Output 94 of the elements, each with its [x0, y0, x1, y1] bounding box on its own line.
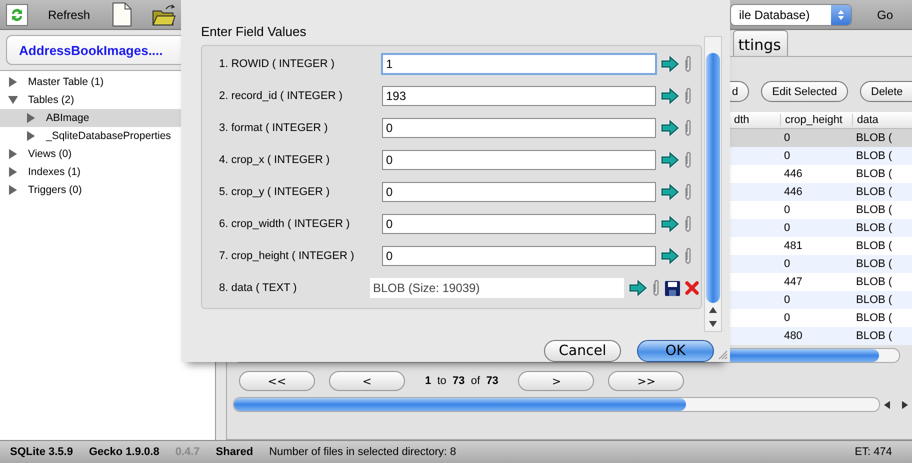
new-file-icon[interactable]	[112, 2, 132, 27]
paperclip-icon[interactable]	[684, 119, 692, 137]
action-button[interactable]: Delete	[860, 81, 912, 102]
field-label: 7. crop_height ( INTEGER )	[219, 250, 356, 262]
table-cell: BLOB (	[856, 132, 892, 144]
table-cell: 0	[784, 294, 790, 306]
table-cell: BLOB (	[856, 330, 892, 342]
refresh-button[interactable]: Refresh	[6, 4, 90, 26]
table-cell: 446	[784, 168, 802, 180]
tree-item[interactable]: Master Table (1)	[0, 73, 215, 91]
first-page-button[interactable]: <<	[239, 371, 315, 391]
paperclip-icon[interactable]	[684, 151, 692, 169]
table-cell: 480	[784, 330, 802, 342]
tree-item[interactable]: _SqliteDatabaseProperties	[0, 127, 215, 145]
table-cell: BLOB (	[856, 312, 892, 324]
status-text: ET: 474	[854, 446, 892, 458]
paperclip-icon[interactable]	[684, 247, 692, 265]
scrollbar[interactable]	[233, 397, 880, 412]
table-cell: 481	[784, 240, 802, 252]
field-label: 8. data ( TEXT )	[219, 282, 298, 294]
updown-icon	[837, 8, 845, 20]
paperclip-icon[interactable]	[652, 279, 660, 297]
arrow-right-icon[interactable]	[661, 152, 679, 168]
table-cell: BLOB (	[856, 186, 892, 198]
tree-item[interactable]: Tables (2)	[0, 91, 215, 109]
open-folder-icon[interactable]	[152, 2, 176, 26]
table-cell: BLOB (	[856, 222, 892, 234]
status-text: SQLite 3.5.9	[10, 446, 73, 458]
field-label: 5. crop_y ( INTEGER )	[219, 186, 331, 198]
arrow-right-icon[interactable]	[661, 216, 679, 232]
field-label: 3. format ( INTEGER )	[219, 122, 329, 134]
input-field[interactable]: 0	[382, 246, 656, 266]
table-cell: BLOB (	[856, 276, 892, 288]
arrow-right-icon[interactable]	[661, 120, 679, 136]
table-cell: 0	[784, 258, 790, 270]
table-cell: BLOB (	[856, 258, 892, 270]
table-cell: BLOB (	[856, 150, 892, 162]
arrow-right-icon[interactable]	[661, 88, 679, 104]
arrow-right-icon[interactable]	[661, 184, 679, 200]
field-label: 4. crop_x ( INTEGER )	[219, 154, 331, 166]
status-text: 0.4.7	[175, 446, 200, 458]
tree-item[interactable]: Indexes (1)	[0, 163, 215, 181]
table-cell: 0	[784, 222, 790, 234]
collapsed-triangle-icon[interactable]	[8, 77, 18, 87]
resize-grip-icon[interactable]	[718, 350, 728, 360]
table-cell: 0	[784, 132, 790, 144]
input-field[interactable]: 0	[382, 214, 656, 234]
arrow-right-icon[interactable]	[661, 56, 679, 72]
tab[interactable]: ttings	[733, 30, 788, 56]
status-text: Number of files in selected directory: 8	[269, 446, 456, 458]
database-select[interactable]: ile Database)	[730, 4, 852, 26]
table-cell: BLOB (	[856, 168, 892, 180]
action-button[interactable]: Edit Selected	[761, 81, 848, 102]
table-cell: BLOB (	[856, 240, 892, 252]
status-text: Gecko 1.9.0.8	[88, 446, 160, 458]
paperclip-icon[interactable]	[684, 215, 692, 233]
status-text: Shared	[216, 446, 254, 458]
table-cell: 447	[784, 276, 802, 288]
page-range: 1 to 73 of 73	[424, 375, 500, 387]
field-label: 2. record_id ( INTEGER )	[219, 90, 344, 102]
previous-page-button[interactable]: <	[329, 371, 405, 391]
paperclip-icon[interactable]	[684, 87, 692, 105]
expanded-triangle-icon[interactable]	[8, 95, 18, 105]
tree-item[interactable]: Views (0)	[0, 145, 215, 163]
table-cell: 0	[784, 204, 790, 216]
column-header[interactable]: data	[852, 114, 912, 126]
cancel-button[interactable]: Cancel	[544, 340, 621, 362]
refresh-icon	[6, 4, 28, 26]
input-field[interactable]: 0	[382, 118, 656, 138]
field-label: 6. crop_width ( INTEGER )	[219, 218, 351, 230]
next-page-button[interactable]: >	[518, 371, 594, 391]
table-cell: 446	[784, 186, 802, 198]
table-cell: BLOB (	[856, 294, 892, 306]
input-field[interactable]: BLOB (Size: 19039)	[370, 278, 624, 298]
column-header[interactable]: dth	[730, 114, 780, 126]
column-header[interactable]: crop_height	[780, 114, 852, 126]
ok-button[interactable]: OK	[637, 340, 714, 362]
save-icon[interactable]	[665, 280, 680, 296]
arrow-right-icon[interactable]	[629, 280, 647, 296]
field-label: 1. ROWID ( INTEGER )	[219, 58, 336, 70]
paperclip-icon[interactable]	[684, 183, 692, 201]
arrow-right-icon[interactable]	[661, 248, 679, 264]
input-field[interactable]: 193	[382, 86, 656, 106]
last-page-button[interactable]: >>	[608, 371, 684, 391]
delete-icon[interactable]	[685, 281, 699, 295]
paperclip-icon[interactable]	[684, 55, 692, 73]
input-field[interactable]: 0	[382, 182, 656, 202]
input-field[interactable]: 1	[382, 54, 656, 74]
tree-item[interactable]: Triggers (0)	[0, 181, 215, 199]
go-button[interactable]: Go	[858, 8, 912, 22]
input-field[interactable]: 0	[382, 150, 656, 170]
table-cell: 0	[784, 150, 790, 162]
table-cell: 0	[784, 312, 790, 324]
table-cell: BLOB (	[856, 204, 892, 216]
